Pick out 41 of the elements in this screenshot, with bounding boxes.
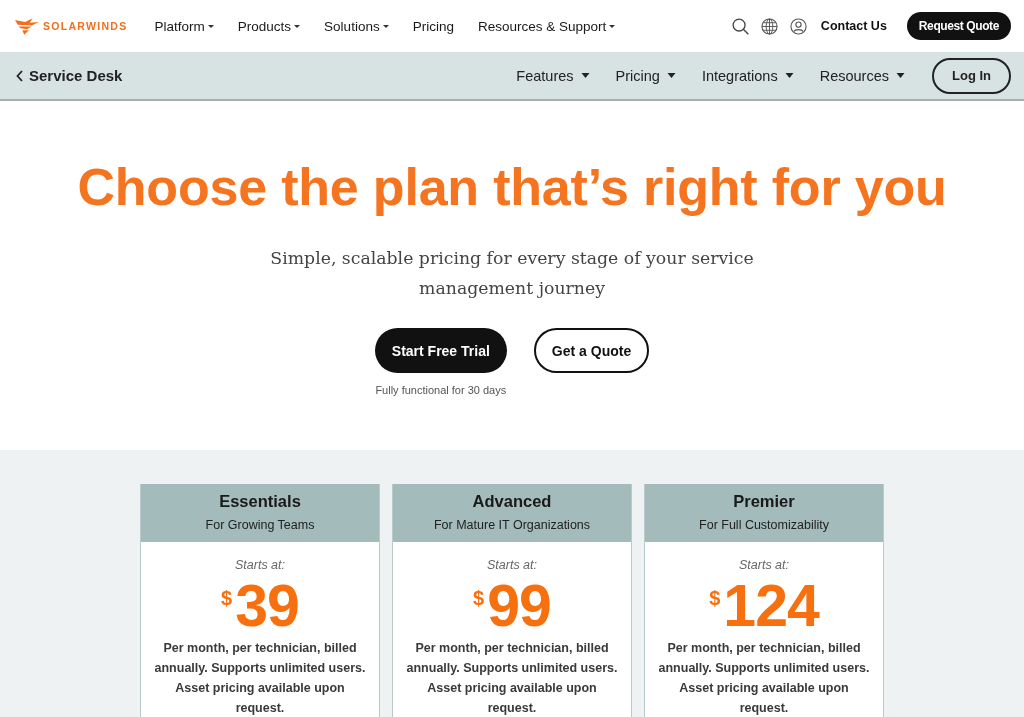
flame-logo-icon[interactable] (15, 17, 39, 35)
nav-menu-item[interactable]: Features (516, 67, 590, 84)
plan-description: Per month, per technician, billed annually. Supports unlimited users. Asset pricing available upon request. (657, 640, 871, 717)
currency-symbol: $ (473, 588, 485, 608)
nav-menu-item[interactable]: Platform (154, 18, 214, 34)
nav-menu-item[interactable]: Pricing (615, 67, 676, 84)
search-icon[interactable] (731, 17, 749, 35)
nav-menu-item[interactable]: Resources (819, 67, 905, 84)
nav-menu-item[interactable]: Solutions (324, 18, 389, 34)
currency-symbol: $ (709, 588, 721, 608)
nav-menu-item[interactable]: Resources & Support (477, 18, 616, 34)
user-icon[interactable] (789, 17, 807, 35)
get-quote-button[interactable]: Get a Quote (533, 328, 650, 373)
plan-description: Per month, per technician, billed annually. Supports unlimited users. Asset pricing available upon request. (153, 640, 367, 717)
nav-menu-item[interactable]: Pricing (412, 18, 454, 34)
starts-at-label: Starts at: (235, 557, 285, 573)
plan-description: Per month, per technician, billed annually. Supports unlimited users. Asset pricing available upon request. (405, 640, 619, 717)
starts-at-label: Starts at: (739, 557, 789, 573)
plan-price: 124 (723, 577, 819, 635)
hero-subtitle: Simple, scalable pricing for every stage of your service management journey (269, 247, 755, 300)
starts-at-label: Starts at: (487, 557, 537, 573)
request-quote-button[interactable]: Request Quote (906, 12, 1011, 40)
page-heading: Choose the plan that’s right for you (76, 157, 948, 217)
chevron-left-icon (16, 69, 23, 82)
nav-menu-item[interactable]: Products (237, 18, 301, 34)
plan-name: Essentials (219, 491, 301, 511)
plan-price: 99 (487, 577, 551, 635)
contact-us-link[interactable]: Contact Us (820, 19, 887, 33)
plan-tagline: For Full Customizability (699, 517, 829, 534)
nav-menu-item[interactable]: Integrations (701, 67, 794, 84)
plan-tagline: For Mature IT Organizations (433, 517, 591, 534)
plan-price: 39 (235, 577, 299, 635)
login-button[interactable]: Log In (932, 57, 1011, 94)
globe-icon[interactable] (760, 17, 778, 35)
plan-name: Premier (733, 491, 795, 511)
back-link[interactable]: Service Desk (16, 67, 123, 84)
start-free-trial-button[interactable]: Start Free Trial (374, 328, 507, 373)
plan-name: Advanced (472, 491, 552, 511)
plan-tagline: For Growing Teams (205, 517, 315, 534)
currency-symbol: $ (221, 588, 233, 608)
trial-note: Fully functional for 30 days (375, 383, 507, 397)
